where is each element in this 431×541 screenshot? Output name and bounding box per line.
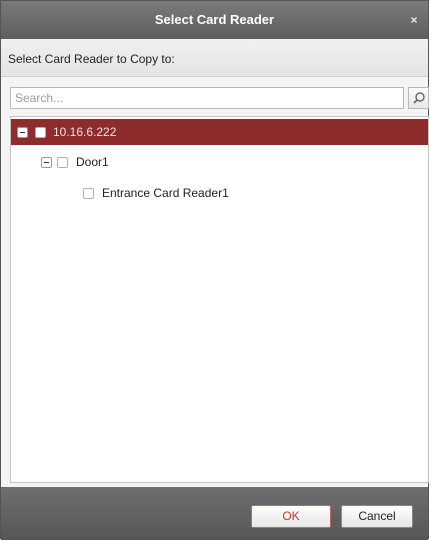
tree-row-reader[interactable]: Entrance Card Reader1 — [11, 180, 428, 206]
search-icon — [413, 92, 425, 104]
dialog-title: Select Card Reader — [154, 12, 275, 27]
dialog-titlebar: Select Card Reader × — [1, 1, 428, 39]
door-label: Door1 — [76, 155, 109, 169]
tree-row-device[interactable]: 10.16.6.222 — [11, 119, 428, 145]
reader-checkbox[interactable] — [83, 188, 94, 199]
select-card-reader-dialog: Select Card Reader × Select Card Reader … — [0, 0, 429, 540]
reader-label: Entrance Card Reader1 — [102, 186, 229, 200]
cancel-button[interactable]: Cancel — [341, 505, 413, 528]
search-button[interactable] — [408, 87, 429, 109]
dialog-subheader: Select Card Reader to Copy to: — [1, 39, 428, 77]
close-icon[interactable]: × — [406, 1, 422, 39]
collapse-icon[interactable] — [41, 157, 52, 168]
ok-button[interactable]: OK — [251, 505, 331, 528]
card-reader-tree: 10.16.6.222 Door1 Entrance Card Reader1 — [10, 116, 429, 483]
dialog-footer: OK Cancel — [1, 487, 428, 540]
search-bar — [10, 87, 429, 109]
device-label: 10.16.6.222 — [53, 125, 117, 139]
device-checkbox[interactable] — [35, 127, 46, 138]
collapse-icon[interactable] — [17, 127, 28, 138]
search-input[interactable] — [10, 87, 404, 109]
tree-row-door[interactable]: Door1 — [11, 149, 428, 175]
door-checkbox[interactable] — [57, 157, 68, 168]
